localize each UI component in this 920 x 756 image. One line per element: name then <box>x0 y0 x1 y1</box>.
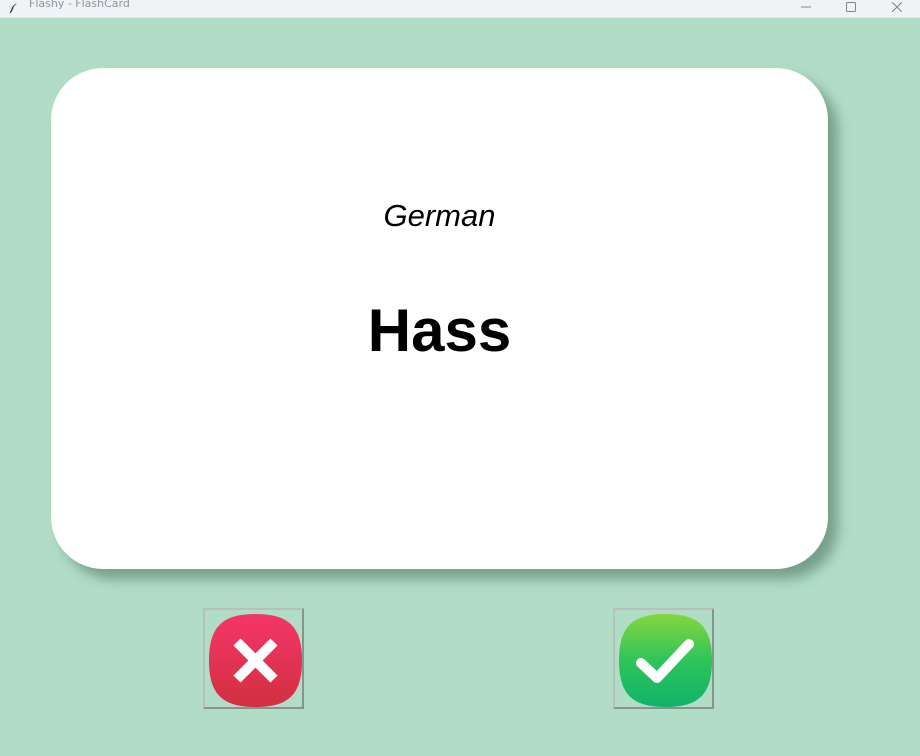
card-word: Hass <box>367 297 512 364</box>
minimize-icon <box>801 6 811 8</box>
feather-icon <box>8 1 20 14</box>
maximize-button[interactable] <box>828 0 874 18</box>
maximize-icon <box>846 2 856 12</box>
window-title: Flashy - FlashCard <box>29 0 130 10</box>
checkmark-icon <box>619 614 712 707</box>
x-icon <box>209 614 302 707</box>
close-icon <box>892 2 902 12</box>
close-button[interactable] <box>874 0 920 18</box>
minimize-button[interactable] <box>783 0 829 18</box>
flash-card: German Hass <box>51 68 828 569</box>
wrong-button[interactable] <box>203 608 304 709</box>
right-button[interactable] <box>613 608 714 709</box>
card-language: German <box>383 198 496 233</box>
title-bar: Flashy - FlashCard <box>0 0 920 18</box>
app-window: Flashy - FlashCard German Hass <box>0 0 920 756</box>
